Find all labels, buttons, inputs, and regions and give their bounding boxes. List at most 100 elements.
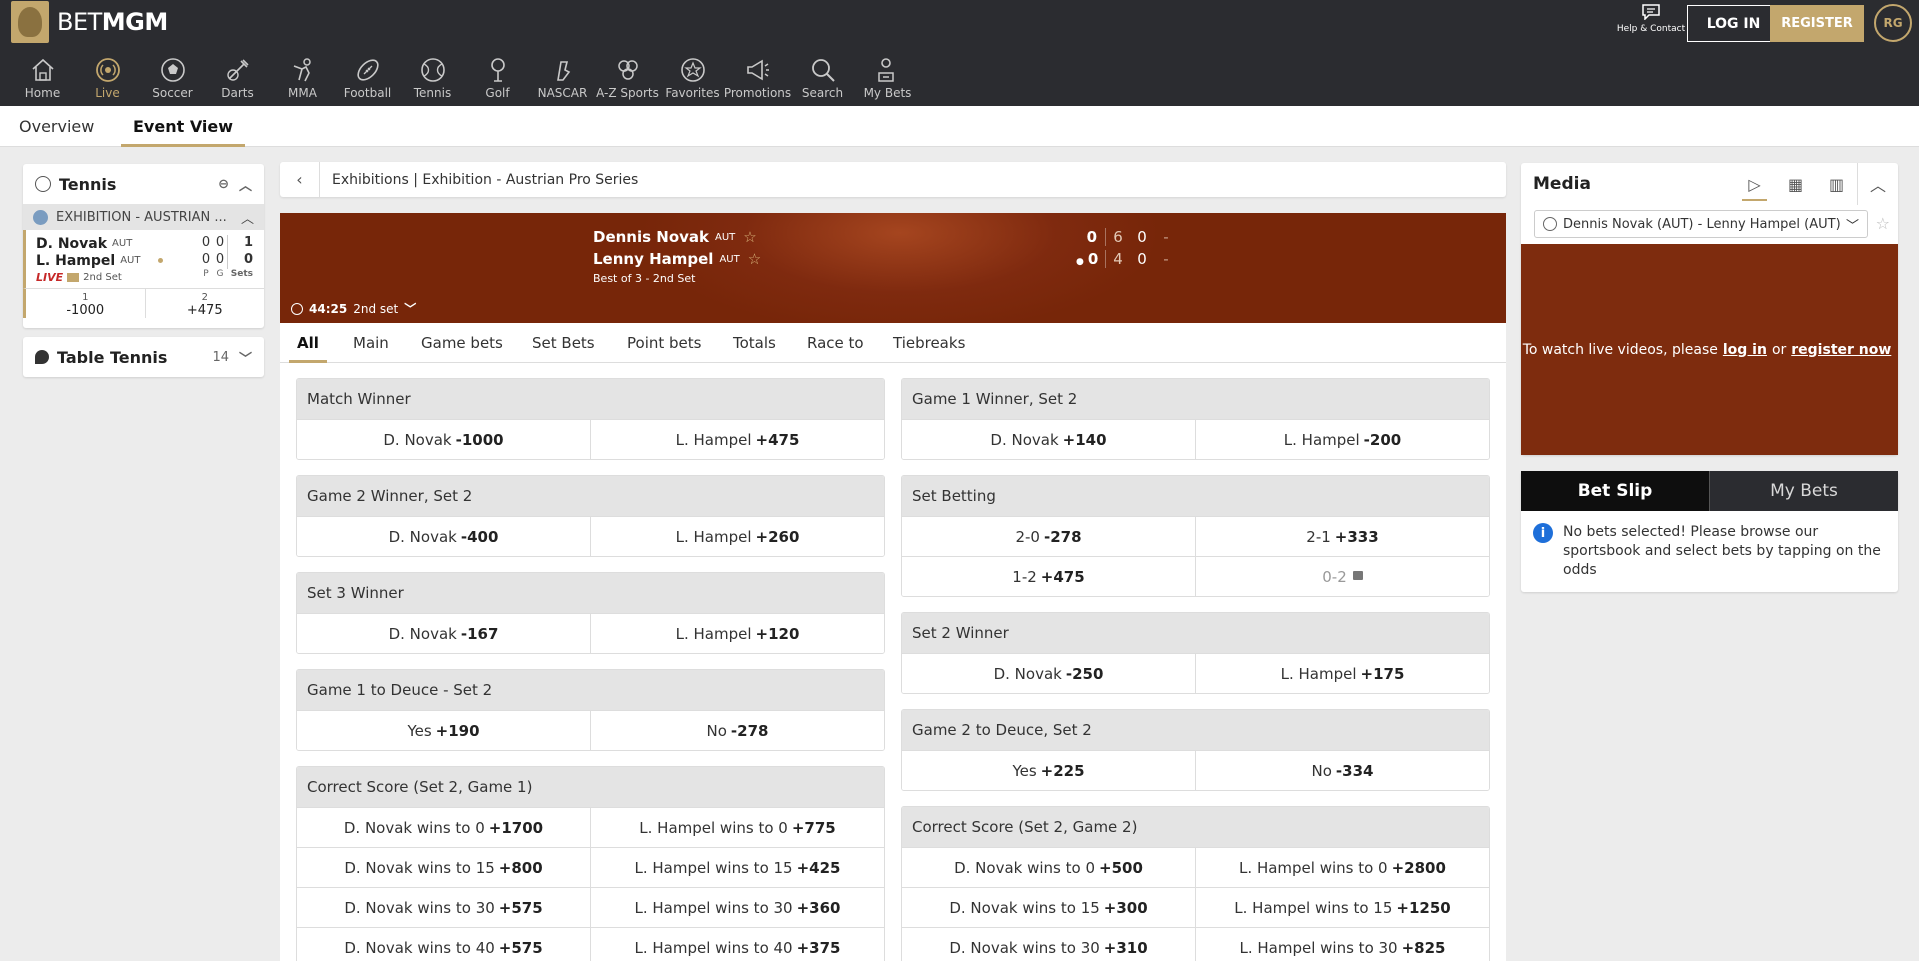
video-register-link[interactable]: register now bbox=[1791, 342, 1891, 358]
market-option[interactable]: L. Hampel wins to 15 +425 bbox=[590, 848, 884, 887]
betmgm-logo[interactable]: BETMGM bbox=[11, 1, 168, 43]
favorite-star-icon[interactable]: ☆ bbox=[1876, 214, 1890, 233]
market-title[interactable]: Set 3 Winner bbox=[297, 573, 884, 613]
nav-item-live[interactable]: Live bbox=[75, 56, 140, 106]
market-title[interactable]: Game 1 to Deuce - Set 2 bbox=[297, 670, 884, 710]
nav-item-darts[interactable]: Darts bbox=[205, 56, 270, 106]
market-option[interactable]: L. Hampel wins to 30 +825 bbox=[1195, 928, 1489, 961]
court-icon[interactable]: ▦ bbox=[1775, 163, 1816, 205]
market-tab-main[interactable]: Main bbox=[353, 323, 389, 363]
collapse-all-icon[interactable]: ⊖ bbox=[218, 177, 229, 192]
market-title[interactable]: Correct Score (Set 2, Game 1) bbox=[297, 767, 884, 807]
score-table: 060- ● 0 4 0- bbox=[1076, 226, 1178, 270]
market-option[interactable]: D. Novak wins to 40 +575 bbox=[297, 928, 590, 961]
nav-item-tennis[interactable]: Tennis bbox=[400, 56, 465, 106]
video-login-link[interactable]: log in bbox=[1723, 342, 1767, 358]
market-option[interactable]: D. Novak -167 bbox=[297, 614, 590, 653]
match-clock[interactable]: 44:25 2nd set ﹀ bbox=[291, 300, 416, 317]
market-tab-totals[interactable]: Totals bbox=[733, 323, 776, 363]
market-option[interactable]: 1-2 +475 bbox=[902, 557, 1195, 596]
market-option[interactable]: 2-1 +333 bbox=[1195, 517, 1489, 556]
market-tab-race-to[interactable]: Race to bbox=[807, 323, 864, 363]
market-card: Set 2 Winner D. Novak -250 L. Hampel +175 bbox=[901, 612, 1490, 694]
market-title[interactable]: Game 2 Winner, Set 2 bbox=[297, 476, 884, 516]
nav-item-nascar[interactable]: NASCAR bbox=[530, 56, 595, 106]
market-option[interactable]: D. Novak wins to 15 +800 bbox=[297, 848, 590, 887]
market-option[interactable]: L. Hampel +475 bbox=[590, 420, 884, 459]
market-option[interactable]: D. Novak wins to 0 +1700 bbox=[297, 808, 590, 847]
market-row: 2-0 -278 2-1 +333 bbox=[902, 516, 1489, 556]
market-tab-point-bets[interactable]: Point bets bbox=[627, 323, 701, 363]
option-label: L. Hampel wins to 30 bbox=[1239, 938, 1398, 957]
market-option[interactable]: L. Hampel +175 bbox=[1195, 654, 1489, 693]
login-button[interactable]: LOG IN bbox=[1687, 5, 1780, 42]
market-option[interactable]: D. Novak wins to 0 +500 bbox=[902, 848, 1195, 887]
market-option[interactable]: L. Hampel wins to 15 +1250 bbox=[1195, 888, 1489, 927]
nav-item-mma[interactable]: MMA bbox=[270, 56, 335, 106]
sidebar-league-header[interactable]: EXHIBITION - AUSTRIAN ... ︿ bbox=[23, 204, 264, 230]
market-title[interactable]: Game 2 to Deuce, Set 2 bbox=[902, 710, 1489, 750]
tab-event-view[interactable]: Event View bbox=[120, 106, 246, 147]
market-option[interactable]: L. Hampel wins to 0 +775 bbox=[590, 808, 884, 847]
sidebar-event[interactable]: D. Novak AUT L. Hampel AUT LIVE 2nd Set … bbox=[23, 230, 264, 288]
market-option[interactable]: Yes +190 bbox=[297, 711, 590, 750]
nav-item-home[interactable]: Home bbox=[10, 56, 75, 106]
nav-item-football[interactable]: Football bbox=[335, 56, 400, 106]
market-title[interactable]: Correct Score (Set 2, Game 2) bbox=[902, 807, 1489, 847]
market-option[interactable]: D. Novak -400 bbox=[297, 517, 590, 556]
register-button[interactable]: REGISTER bbox=[1770, 5, 1864, 42]
market-option[interactable]: D. Novak wins to 15 +300 bbox=[902, 888, 1195, 927]
responsible-gaming-badge[interactable]: RG bbox=[1874, 4, 1912, 42]
market-option[interactable]: No -278 bbox=[590, 711, 884, 750]
sidebar-sport-header[interactable]: Tennis ⊖ ︿ bbox=[23, 164, 264, 204]
sidebar-odd-1[interactable]: 1 -1000 bbox=[26, 289, 146, 318]
chevron-up-icon[interactable]: ︿ bbox=[239, 175, 252, 194]
nav-item-promotions[interactable]: Promotions bbox=[724, 56, 791, 106]
nav-item-soccer[interactable]: Soccer bbox=[140, 56, 205, 106]
tab-my-bets[interactable]: My Bets bbox=[1709, 471, 1898, 511]
nav-item-favorites[interactable]: Favorites bbox=[660, 56, 725, 106]
sidebar-odd-2[interactable]: 2 +475 bbox=[146, 289, 265, 318]
market-option[interactable]: No -334 bbox=[1195, 751, 1489, 790]
market-tab-all[interactable]: All bbox=[289, 323, 327, 363]
market-title[interactable]: Game 1 Winner, Set 2 bbox=[902, 379, 1489, 419]
tennis-icon bbox=[420, 58, 445, 82]
breadcrumb-text[interactable]: Exhibitions | Exhibition - Austrian Pro … bbox=[332, 172, 638, 188]
market-option[interactable]: L. Hampel wins to 40 +375 bbox=[590, 928, 884, 961]
market-option[interactable]: D. Novak +140 bbox=[902, 420, 1195, 459]
chevron-up-icon[interactable]: ︿ bbox=[1857, 163, 1898, 205]
market-option[interactable]: Yes +225 bbox=[902, 751, 1195, 790]
market-option[interactable]: L. Hampel wins to 30 +360 bbox=[590, 888, 884, 927]
sidebar-table-tennis[interactable]: Table Tennis 14 ﹀ bbox=[23, 337, 264, 377]
back-arrow-icon[interactable]: ‹ bbox=[280, 162, 320, 197]
market-option[interactable]: L. Hampel -200 bbox=[1195, 420, 1489, 459]
media-event-select[interactable]: Dennis Novak (AUT) - Lenny Hampel (AUT) … bbox=[1534, 210, 1868, 238]
video-icon[interactable]: ▷ bbox=[1734, 163, 1775, 205]
help-contact-button[interactable]: Help & Contact bbox=[1616, 4, 1686, 34]
tab-bet-slip[interactable]: Bet Slip bbox=[1521, 471, 1709, 511]
market-tab-tiebreaks[interactable]: Tiebreaks bbox=[893, 323, 965, 363]
market-option[interactable]: D. Novak wins to 30 +575 bbox=[297, 888, 590, 927]
market-card: Set 3 Winner D. Novak -167 L. Hampel +120 bbox=[296, 572, 885, 654]
nav-item-a-z-sports[interactable]: A-Z Sports bbox=[595, 56, 660, 106]
market-option[interactable]: L. Hampel wins to 0 +2800 bbox=[1195, 848, 1489, 887]
market-option[interactable]: L. Hampel +260 bbox=[590, 517, 884, 556]
tab-overview[interactable]: Overview bbox=[19, 106, 94, 147]
market-tab-set-bets[interactable]: Set Bets bbox=[532, 323, 595, 363]
market-title[interactable]: Match Winner bbox=[297, 379, 884, 419]
market-title[interactable]: Set 2 Winner bbox=[902, 613, 1489, 653]
favorite-star-icon[interactable]: ☆ bbox=[748, 250, 761, 268]
nav-item-search[interactable]: Search bbox=[790, 56, 855, 106]
market-title[interactable]: Set Betting bbox=[902, 476, 1489, 516]
favorite-star-icon[interactable]: ☆ bbox=[743, 228, 756, 246]
market-option[interactable]: 2-0 -278 bbox=[902, 517, 1195, 556]
market-option[interactable]: D. Novak wins to 30 +310 bbox=[902, 928, 1195, 961]
nav-item-golf[interactable]: Golf bbox=[465, 56, 530, 106]
market-option[interactable]: D. Novak -250 bbox=[902, 654, 1195, 693]
stats-icon[interactable]: ▥ bbox=[1816, 163, 1857, 205]
nav-item-my-bets[interactable]: My Bets bbox=[855, 56, 920, 106]
market-option[interactable]: L. Hampel +120 bbox=[590, 614, 884, 653]
option-label: D. Novak wins to 30 bbox=[949, 938, 1100, 957]
market-option[interactable]: D. Novak -1000 bbox=[297, 420, 590, 459]
market-tab-game-bets[interactable]: Game bets bbox=[421, 323, 503, 363]
